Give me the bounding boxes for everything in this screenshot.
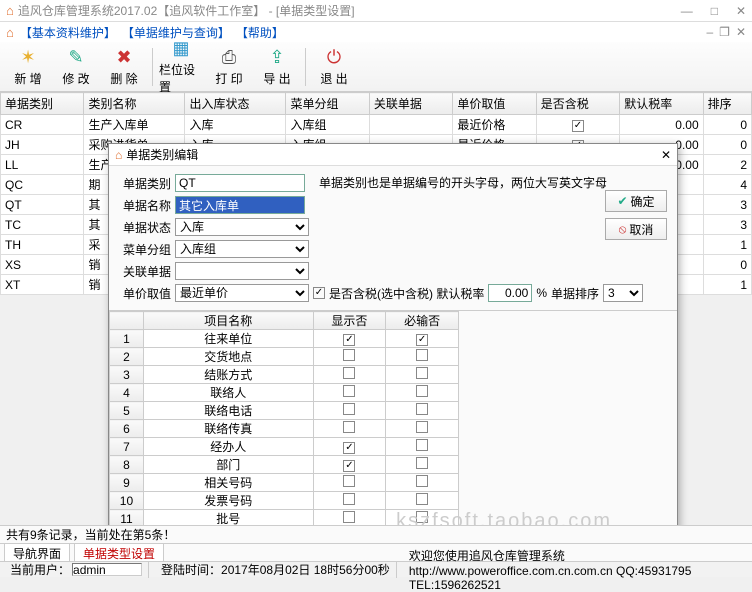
columns-button[interactable]: ▦栏位设置 xyxy=(159,45,203,89)
export-button[interactable]: ⇪导 出 xyxy=(255,45,299,89)
status-bar: 当前用户： 登陆时间：2017年08月02日 18时56分00秒 欢迎您使用追风… xyxy=(0,561,752,577)
toolbar: ✶新 增 ✎修 改 ✖删 除 ▦栏位设置 ⎙打 印 ⇪导 出 ⏻退 出 xyxy=(0,42,752,92)
type-input[interactable] xyxy=(175,174,305,192)
dialog-close-icon[interactable]: ✕ xyxy=(661,148,671,162)
dialog-title: 单据类别编辑 xyxy=(126,146,198,163)
edit-button[interactable]: ✎修 改 xyxy=(54,45,98,89)
app-icon: ⌂ xyxy=(6,3,14,18)
type-hint: 单据类别也是单据编号的开头字母，两位大写英文字母 xyxy=(319,174,607,191)
sort-select[interactable]: 3 xyxy=(603,284,643,302)
home-icon[interactable]: ⌂ xyxy=(6,25,14,40)
maximize-icon[interactable]: □ xyxy=(711,4,718,18)
edit-dialog: ⌂ 单据类别编辑 ✕ 单据类别也是单据编号的开头字母，两位大写英文字母 ✔确定 … xyxy=(108,143,678,531)
items-grid[interactable]: 项目名称显示否必输否1往来单位✓✓2交货地点3结账方式4联络人5联络电话6联络传… xyxy=(109,310,677,530)
price-select[interactable]: 最近单价 xyxy=(175,284,309,302)
tax-checkbox[interactable]: ✓ xyxy=(313,287,325,299)
window-title: 追风仓库管理系统2017.02【追风软件工作室】 - [单据类型设置] xyxy=(18,2,355,19)
group-select[interactable]: 入库组 xyxy=(175,240,309,258)
record-status: 共有9条记录，当前处在第5条！ xyxy=(0,525,752,543)
ok-button[interactable]: ✔确定 xyxy=(605,190,667,212)
tab-doctype[interactable]: 单据类型设置 xyxy=(74,543,164,563)
tab-nav[interactable]: 导航界面 xyxy=(4,543,70,563)
cancel-button[interactable]: ⦸取消 xyxy=(605,218,667,240)
minimize-icon[interactable]: — xyxy=(681,4,693,18)
name-input[interactable] xyxy=(175,196,305,214)
cancel-icon: ⦸ xyxy=(619,222,627,237)
print-button[interactable]: ⎙打 印 xyxy=(207,45,251,89)
user-field xyxy=(72,563,142,576)
tax-rate-input[interactable] xyxy=(488,284,532,302)
rel-select[interactable] xyxy=(175,262,309,280)
window-titlebar: ⌂ 追风仓库管理系统2017.02【追风软件工作室】 - [单据类型设置] — … xyxy=(0,0,752,22)
close-icon[interactable]: ✕ xyxy=(736,4,746,18)
delete-button[interactable]: ✖删 除 xyxy=(102,45,146,89)
exit-button[interactable]: ⏻退 出 xyxy=(312,45,356,89)
mdi-close-icon[interactable]: ✕ xyxy=(736,25,746,39)
state-select[interactable]: 入库 xyxy=(175,218,309,236)
dialog-icon: ⌂ xyxy=(115,148,122,162)
check-icon: ✔ xyxy=(617,194,627,208)
new-button[interactable]: ✶新 增 xyxy=(6,45,50,89)
mdi-minimize-icon[interactable]: – xyxy=(706,25,713,39)
mdi-restore-icon[interactable]: ❐ xyxy=(719,25,730,39)
menu-help[interactable]: 【帮助】 xyxy=(236,24,284,41)
menu-basic[interactable]: 【基本资料维护】 xyxy=(20,24,116,41)
menubar: ⌂ 【基本资料维护】 【单据维护与查询】 【帮助】 – ❐ ✕ xyxy=(0,22,752,42)
